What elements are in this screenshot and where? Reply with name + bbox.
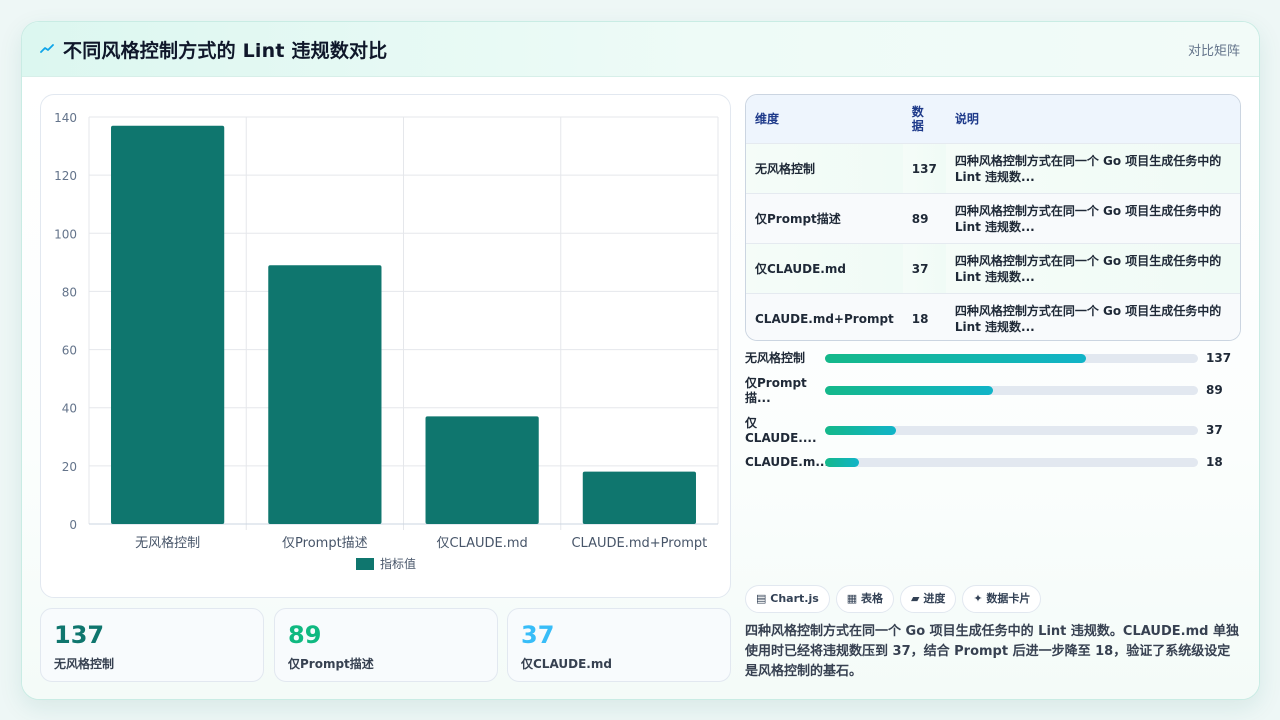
chip-label: 表格: [861, 592, 884, 605]
table-row: 无风格控制 137 四种风格控制方式在同一个 Go 项目生成任务中的 Lint …: [746, 143, 1240, 194]
header-data-line: 据: [911, 119, 924, 133]
header-note: 说明: [945, 95, 1240, 144]
progress-value: 37: [1206, 423, 1223, 437]
cell-value: 37: [902, 243, 946, 294]
table-row: CLAUDE.md+Prompt 18 四种风格控制方式在同一个 Go 项目生成…: [746, 293, 1240, 340]
table-row: 仅Prompt描述 89 四种风格控制方式在同一个 Go 项目生成任务中的 Li…: [746, 193, 1240, 244]
card-header: 不同风格控制方式的 Lint 违规数对比 对比矩阵: [22, 22, 1259, 77]
x-tick-label: CLAUDE.md+Prompt: [571, 536, 707, 551]
view-tag: 对比矩阵: [1187, 44, 1240, 59]
chip-chartjs[interactable]: ▤ Chart.js: [745, 585, 830, 613]
progress-row-2: 仅Prompt 描... 89: [745, 376, 1239, 406]
y-tick-label: 60: [62, 344, 77, 358]
progress-icon: ▰: [911, 592, 920, 605]
stat-label: 仅Prompt描述: [288, 657, 374, 671]
stat-label: 仅CLAUDE.md: [521, 657, 612, 671]
progress-value: 18: [1206, 455, 1223, 469]
chip-data-card[interactable]: ✦ 数据卡片: [962, 585, 1042, 613]
header-dimension: 维度: [746, 95, 903, 144]
progress-track: [825, 426, 1198, 435]
chip-label: 数据卡片: [986, 592, 1031, 605]
stat-card-3: 37 仅CLAUDE.md: [507, 608, 731, 682]
view-chips: ▤ Chart.js ▦ 表格 ▰ 进度 ✦ 数据卡片: [745, 585, 1047, 613]
cell-note: 四种风格控制方式在同一个 Go 项目生成任务中的 Lint 违规数...: [945, 193, 1240, 244]
stat-card-1: 137 无风格控制: [40, 608, 264, 682]
stat-value: 89: [288, 621, 322, 649]
page-title: 不同风格控制方式的 Lint 违规数对比: [63, 40, 388, 62]
main-card: 不同风格控制方式的 Lint 违规数对比 对比矩阵 0 20 40 60 80 100 12…: [21, 21, 1260, 700]
progress-label: CLAUDE.m...: [745, 455, 830, 469]
sparkle-icon: ✦: [973, 592, 983, 605]
stat-value: 37: [521, 621, 555, 649]
cell-value: 137: [902, 143, 946, 194]
cell-value: 18: [902, 293, 946, 340]
progress-track: [825, 386, 1198, 395]
cell-dimension: 无风格控制: [746, 143, 903, 194]
table-icon: ▦: [846, 592, 858, 605]
progress-fill: [825, 458, 859, 467]
comparison-table: 维度 数据 说明 无风格控制 137 四种风格控制方式在同一个 Go 项目生成任…: [745, 94, 1241, 341]
progress-track: [825, 354, 1198, 363]
progress-fill: [825, 426, 896, 435]
cell-note: 四种风格控制方式在同一个 Go 项目生成任务中的 Lint 违规数...: [945, 143, 1240, 194]
bar: [268, 265, 382, 524]
bar: [425, 416, 539, 524]
progress-row-4: CLAUDE.m... 18: [745, 455, 1239, 485]
bar-chart: 0 20 40 60 80 100 120 140 无风格控制 仅Prompt描述 仅CLAUDE.…: [54, 111, 719, 571]
y-tick-label: 140: [54, 111, 77, 125]
progress-fill: [825, 354, 1087, 363]
summary-text: 四种风格控制方式在同一个 Go 项目生成任务中的 Lint 违规数。CLAUDE…: [745, 624, 1239, 679]
progress-row-3: 仅 CLAUDE.... 37: [745, 416, 1239, 446]
cell-dimension: 仅CLAUDE.md: [746, 243, 903, 294]
progress-fill: [825, 386, 993, 395]
y-tick-label: 40: [62, 402, 77, 416]
progress-label: 无风格控制: [745, 351, 806, 365]
trend-icon: [40, 44, 54, 53]
progress-label: 仅Prompt 描...: [745, 376, 807, 405]
bar-chart-panel: 0 20 40 60 80 100 120 140 无风格控制 仅Prompt描述 仅CLAUDE.…: [40, 94, 731, 598]
chip-label: Chart.js: [770, 592, 819, 605]
chip-table[interactable]: ▦ 表格: [835, 585, 895, 613]
y-tick-label: 20: [62, 460, 77, 474]
y-tick-label: 0: [69, 518, 77, 532]
progress-track: [825, 458, 1198, 467]
bar: [582, 471, 696, 524]
y-tick-label: 80: [62, 285, 77, 299]
progress-label: 仅 CLAUDE....: [745, 416, 817, 445]
x-tick-label: 仅Prompt描述: [282, 536, 368, 551]
chip-progress[interactable]: ▰ 进度: [900, 585, 957, 613]
header-data-line: 数: [911, 105, 924, 119]
legend-label: 指标值: [380, 556, 416, 571]
cell-dimension: CLAUDE.md+Prompt: [746, 293, 903, 340]
table-header-row: 维度 数据 说明: [746, 95, 1240, 144]
stat-value: 137: [54, 621, 105, 649]
legend-swatch: [356, 558, 374, 570]
x-tick-label: 无风格控制: [135, 535, 200, 551]
cell-note: 四种风格控制方式在同一个 Go 项目生成任务中的 Lint 违规数...: [945, 293, 1240, 340]
progress-value: 89: [1206, 383, 1223, 397]
cell-note: 四种风格控制方式在同一个 Go 项目生成任务中的 Lint 违规数...: [945, 243, 1240, 294]
bar: [111, 125, 225, 524]
cell-dimension: 仅Prompt描述: [746, 193, 903, 244]
table-row: 仅CLAUDE.md 37 四种风格控制方式在同一个 Go 项目生成任务中的 L…: [746, 243, 1240, 294]
chip-label: 进度: [923, 592, 946, 605]
progress-value: 137: [1206, 351, 1232, 365]
x-tick-label: 仅CLAUDE.md: [436, 536, 527, 551]
cell-value: 89: [902, 193, 946, 244]
chart-icon: ▤: [756, 592, 767, 605]
header-data: 数据: [902, 95, 946, 144]
stat-label: 无风格控制: [54, 657, 115, 671]
y-tick-label: 120: [54, 169, 77, 183]
y-tick-label: 100: [54, 227, 77, 241]
stat-card-2: 89 仅Prompt描述: [274, 608, 498, 682]
